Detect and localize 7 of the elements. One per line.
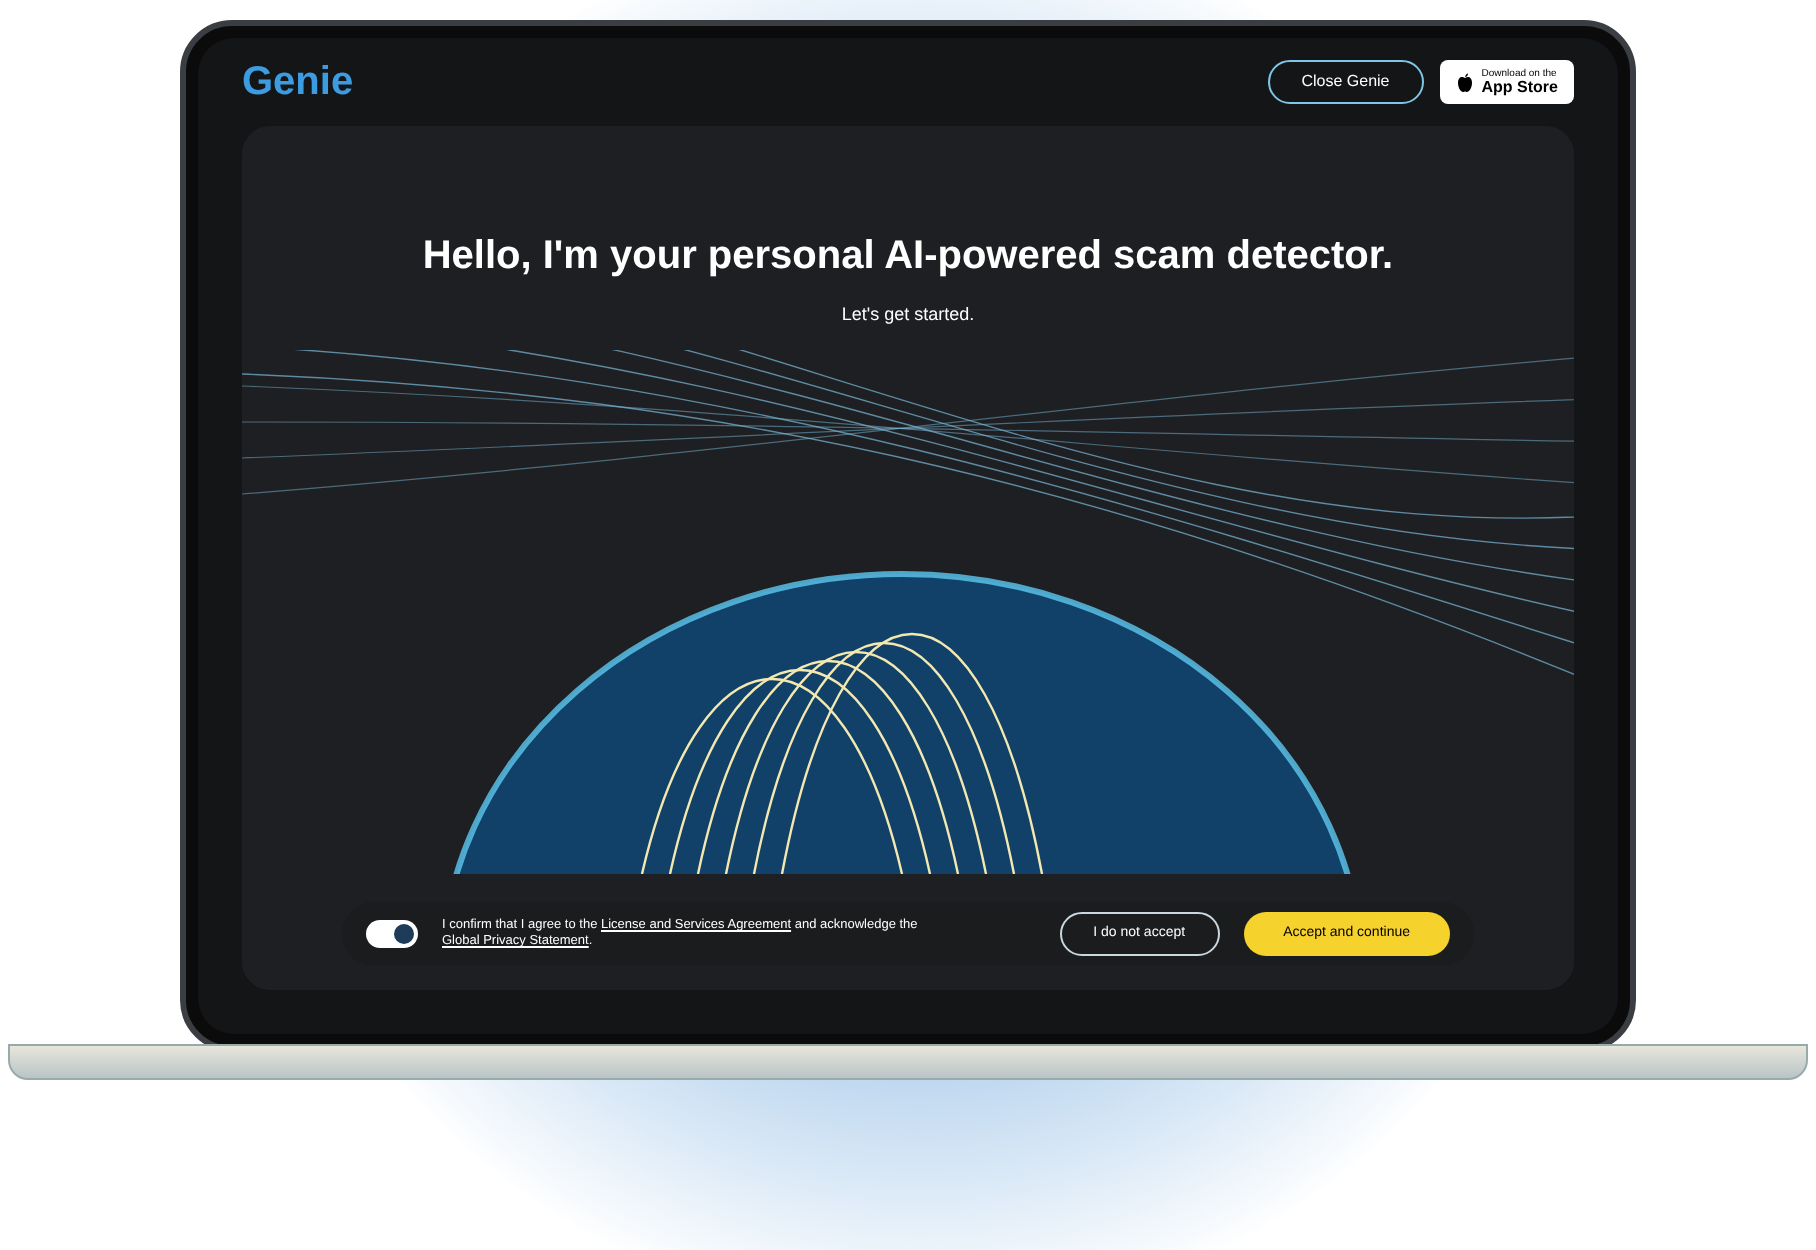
hero-title: Hello, I'm your personal AI-powered scam detector. — [422, 232, 1394, 282]
logo: Genie — [242, 58, 354, 108]
close-button[interactable]: Close Genie — [1267, 60, 1424, 104]
consent-toggle[interactable] — [366, 920, 418, 948]
hero-subtitle: Let's get started. — [841, 302, 975, 328]
badge-title: App Store — [1481, 79, 1558, 95]
apple-icon — [1455, 71, 1474, 93]
